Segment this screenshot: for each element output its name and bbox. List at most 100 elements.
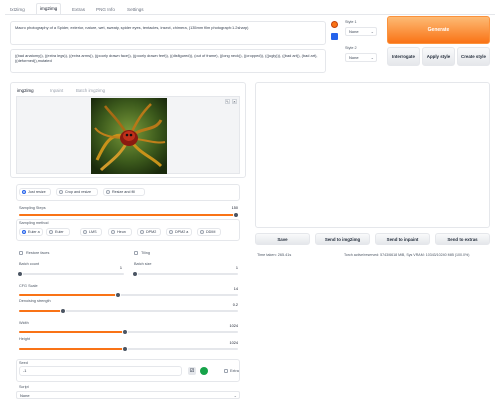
sampler-euler-a[interactable]: Euler a [19,228,43,236]
sampling-steps-value[interactable]: 150 [220,206,238,210]
cfg-scale-label: CFG Scale [19,284,38,288]
script-label: Script [19,385,29,389]
style2-label: Style 2 [345,46,357,50]
sampling-method-label: Sampling method [19,221,49,225]
sampler-euler[interactable]: Euler [46,228,70,236]
recycle-icon[interactable] [200,367,208,375]
radio-dot [111,230,115,234]
sampler-lms[interactable]: LMS [80,228,102,236]
restore-faces-checkbox[interactable] [19,251,23,255]
send-checkbox-icon[interactable] [331,33,338,40]
tab-txt2img[interactable]: txt2img [10,5,25,14]
apply-style-button[interactable]: Apply style [422,47,455,66]
edit-icon[interactable]: ✎ [225,99,230,104]
radio-dot [200,230,204,234]
radio-dot [106,190,110,194]
seed-input[interactable]: -1 [19,366,182,376]
tab-extras[interactable]: Extras [72,5,85,14]
create-style-button[interactable]: Create style [457,47,490,66]
style2-select[interactable]: None ⌄ [345,53,377,62]
resize-option-crop-and-resize[interactable]: Crop and resize [56,188,98,196]
seed-label: Seed [19,361,28,365]
slider-knob[interactable] [132,271,138,277]
radio-dot [83,230,87,234]
input-image-spider [91,98,167,174]
slider-knob[interactable] [122,346,128,352]
chevron-down-icon: ⌄ [370,29,374,34]
slider-knob[interactable] [115,292,121,298]
radio-dot [49,230,53,234]
chevron-down-icon: ⌄ [370,55,374,60]
slider-fill [19,294,117,296]
slider-knob[interactable] [17,271,23,277]
batch-count-value[interactable]: 1 [112,266,122,270]
sampling-steps-label: Sampling Steps [19,206,46,210]
style1-select[interactable]: None ⌄ [345,27,377,36]
subtab-batch-img2img[interactable]: Batch img2img [76,88,105,93]
tab-img2img[interactable]: img2img [36,3,62,14]
resize-option-resize-and-fill[interactable]: Resize and fill [103,188,145,196]
radio-dot [22,190,26,194]
sampler-heun[interactable]: Heun [108,228,132,236]
sampler-dpm2-a[interactable]: DPM2 a [166,228,192,236]
tab-divider [5,14,495,15]
subtab-inpaint[interactable]: Inpaint [50,88,63,93]
sampler-ddim[interactable]: DDIM [197,228,221,236]
slider-knob[interactable] [233,212,239,218]
tiling-label: Tiling [141,251,150,255]
radio-dot [169,230,173,234]
batch-size-value[interactable]: 1 [228,266,238,270]
chevron-down-icon: ⌄ [233,393,237,398]
tab-settings[interactable]: Settings [127,5,144,14]
negative-prompt-input[interactable]: ((bad anatomy)), ((extra legs)), ((extra… [10,49,326,73]
height-value[interactable]: 1024 [220,341,238,345]
slider-fill [19,214,238,216]
interrogate-button[interactable]: Interrogate [387,47,420,66]
style1-label: Style 1 [345,20,357,24]
denoising-strength-label: Denoising strength [19,299,51,303]
extra-label: Extra [230,369,239,373]
generate-button[interactable]: Generate [387,16,490,44]
paste-params-icon[interactable] [331,21,338,28]
batch-size-label: Batch size [134,262,152,266]
radio-dot [22,230,26,234]
width-label: Width [19,321,29,325]
send-to-inpaint-button[interactable]: Send to inpaint [375,233,430,245]
width-slider[interactable] [19,329,238,335]
resize-option-just-resize[interactable]: Just resize [19,188,51,196]
save-button[interactable]: Save [255,233,310,245]
height-slider[interactable] [19,346,238,352]
send-to-extras-button[interactable]: Send to extras [435,233,490,245]
slider-knob[interactable] [60,308,66,314]
slider-knob[interactable] [122,329,128,335]
torch-stats-text: Torch active/reserved: 5743/6618 MiB, Sy… [344,253,470,257]
webui-page: { "tabs": [ {"label": "txt2img"}, {"labe… [0,0,500,399]
prompt-input[interactable]: Macro photography of a Spider, exterior,… [10,21,326,45]
output-gallery [255,82,490,228]
restore-faces-label: Restore faces [26,251,50,255]
dice-icon[interactable]: ⚂ [188,367,196,375]
slider-fill [19,310,63,312]
send-to-img2img-button[interactable]: Send to img2img [315,233,370,245]
sampling-steps-slider[interactable] [19,212,239,218]
time-taken-text: Time taken: 265.41s [257,253,292,257]
cfg-scale-value[interactable]: 14 [220,287,238,291]
batch-size-slider[interactable] [132,271,238,277]
close-icon[interactable]: ✕ [232,99,237,104]
sampler-dpm2[interactable]: DPM2 [137,228,161,236]
denoising-strength-slider[interactable] [19,308,238,314]
extra-checkbox[interactable] [224,369,228,373]
tab-png-info[interactable]: PNG Info [96,5,115,14]
batch-count-label: Batch count [19,262,40,266]
radio-dot [140,230,144,234]
script-select[interactable]: None ⌄ [16,391,240,399]
denoising-strength-value[interactable]: 0.2 [220,303,238,307]
width-value[interactable]: 1024 [220,324,238,328]
slider-fill [19,331,124,333]
batch-count-slider[interactable] [17,271,124,277]
tiling-checkbox[interactable] [134,251,138,255]
radio-dot [59,190,63,194]
subtab-img2img[interactable]: img2img [17,88,34,93]
cfg-scale-slider[interactable] [19,292,238,298]
slider-fill [19,348,124,350]
